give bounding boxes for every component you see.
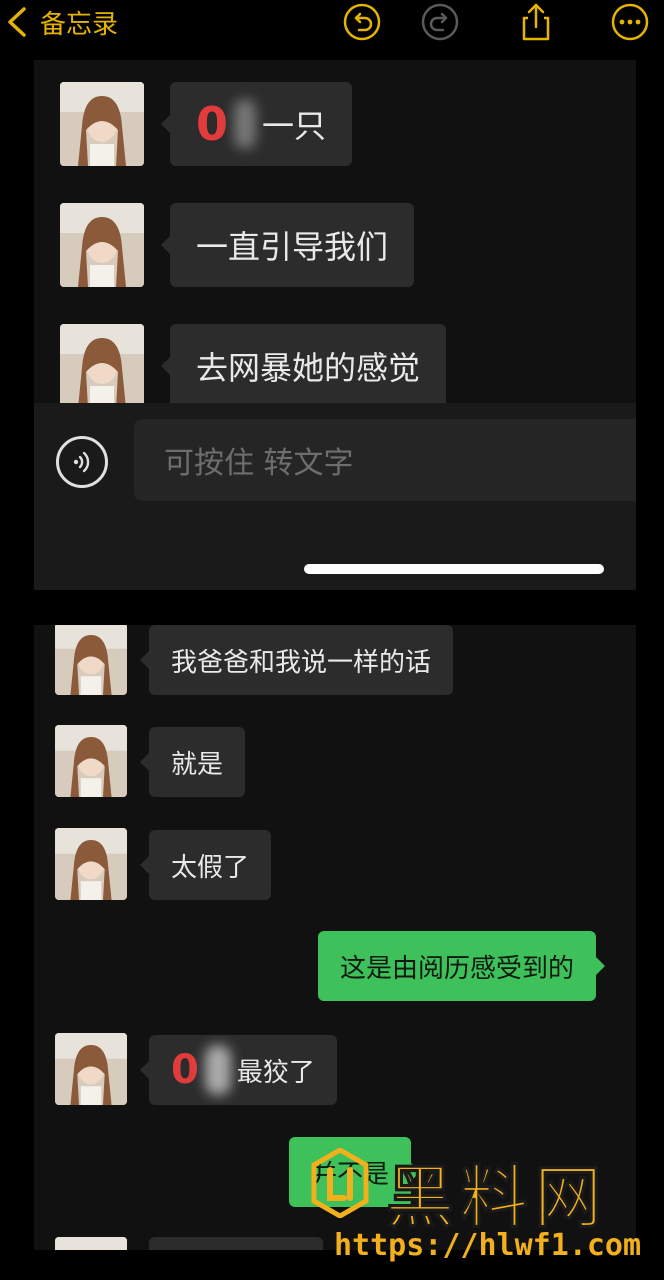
message-bubble: 去网暴她的感觉 [160, 324, 447, 408]
watermark-url: https://hlwf1.com [334, 1228, 642, 1263]
blur-smudge [204, 1045, 231, 1095]
voice-input-button[interactable] [56, 436, 108, 488]
message-bubble: 太假了 [139, 830, 272, 900]
message-bubble [149, 1237, 323, 1250]
watermark-logo-icon [311, 1148, 369, 1218]
avatar [55, 828, 127, 900]
message-text: 我爸爸和我说一样的话 [171, 647, 432, 678]
redaction-mark: 0 [171, 1047, 199, 1093]
notes-toolbar: 备忘录 [0, 0, 664, 46]
message-input[interactable]: 可按住 转文字 [134, 419, 636, 501]
watermark: 黑料网 https://hlwf1.com [310, 1148, 660, 1278]
share-icon[interactable] [516, 2, 556, 42]
avatar [55, 1033, 127, 1105]
back-label: 备忘录 [40, 9, 119, 40]
message-bubble: 我爸爸和我说一样的话 [139, 625, 454, 695]
message-bubble: 0 最狡了 [140, 1035, 337, 1105]
message-text: 这是由阅历感受到的 [340, 953, 575, 984]
message-text: 去网暴她的感觉 [196, 349, 421, 387]
chevron-left-icon [8, 7, 26, 37]
back-button[interactable]: 备忘录 [4, 4, 118, 40]
voice-icon [73, 451, 90, 473]
message-text: 一只 [262, 107, 327, 145]
message-bubble: 就是 [139, 727, 246, 797]
home-indicator[interactable] [304, 564, 604, 574]
message-bubble: 0 一只 [160, 82, 353, 166]
avatar [55, 625, 127, 695]
redaction-mark: 0 [196, 97, 229, 151]
avatar [55, 1237, 127, 1250]
avatar [60, 82, 144, 166]
message-bubble-sent: 这是由阅历感受到的 [318, 931, 606, 1001]
chat-screenshot-top: 0 一只 一直引导我们 去网暴她的感觉 可按住 转文字 [34, 60, 636, 590]
avatar [60, 324, 144, 408]
message-text: 最狡了 [236, 1057, 315, 1088]
avatar [55, 725, 127, 797]
message-text: 就是 [171, 749, 224, 780]
watermark-title: 黑料网 [385, 1159, 609, 1239]
chat-input-bar: 可按住 转文字 [34, 403, 636, 590]
input-placeholder: 可按住 转文字 [164, 446, 354, 481]
blur-smudge [234, 99, 257, 149]
undo-icon[interactable] [342, 2, 382, 42]
message-bubble: 一直引导我们 [160, 203, 415, 287]
redo-icon[interactable] [420, 2, 460, 42]
more-icon[interactable] [610, 2, 650, 42]
message-text: 一直引导我们 [196, 228, 389, 266]
avatar [60, 203, 144, 287]
message-text: 太假了 [171, 852, 250, 883]
